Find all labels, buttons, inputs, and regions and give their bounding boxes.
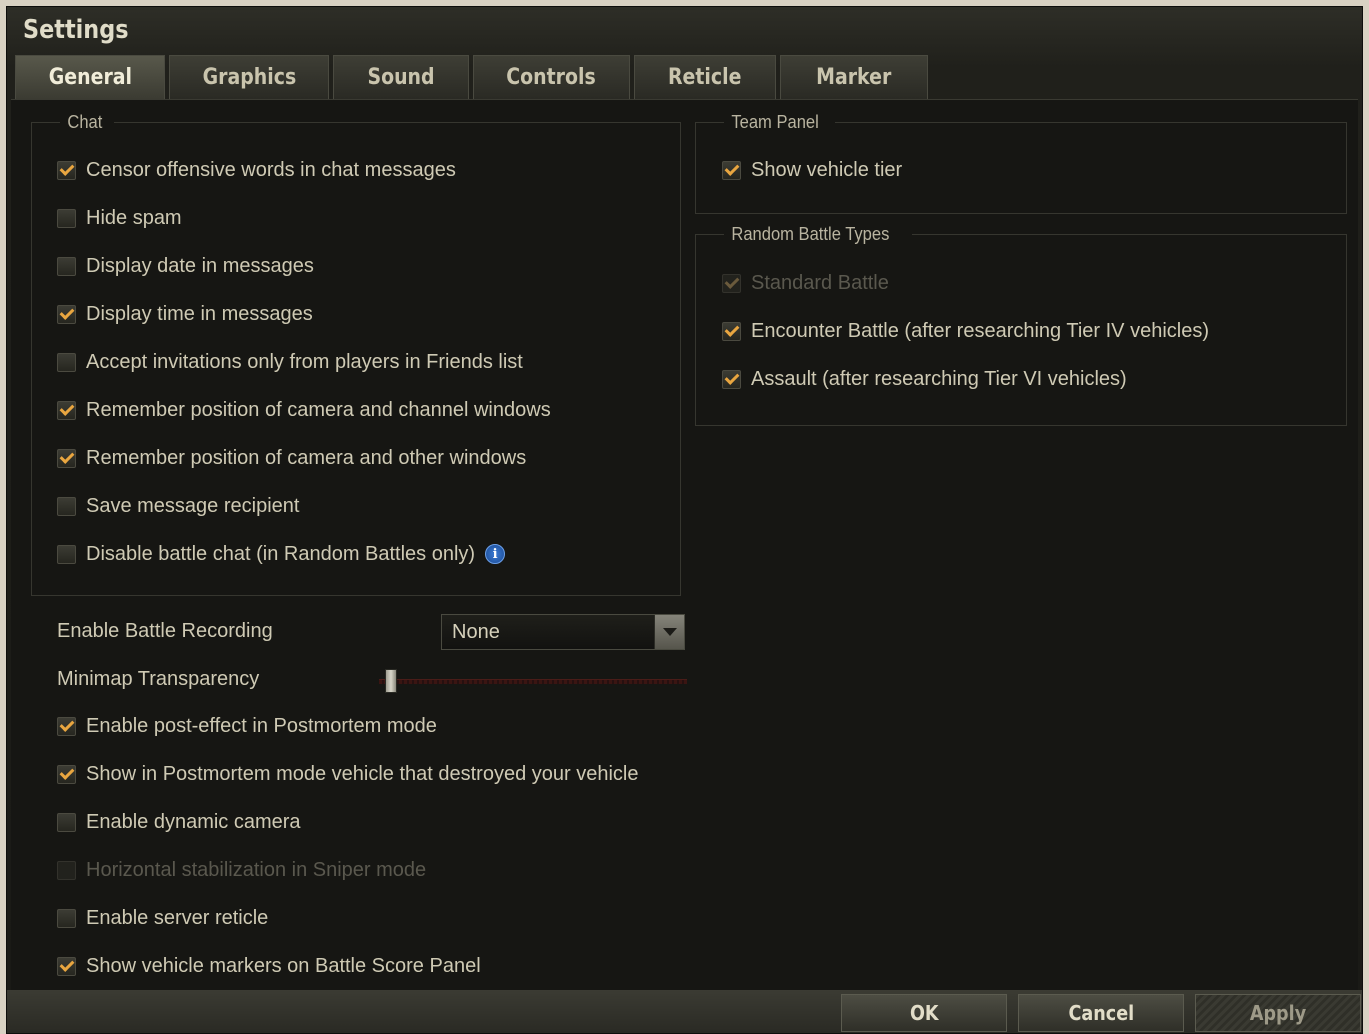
chat-option-display-date[interactable]: Display date in messages [57, 250, 314, 282]
option-label: Assault (after researching Tier VI vehic… [751, 367, 1127, 390]
tab-controls[interactable]: Controls [473, 55, 630, 99]
tab-bar: General Graphics Sound Controls Reticle … [15, 55, 928, 99]
option-label: Horizontal stabilization in Sniper mode [86, 858, 427, 881]
checkbox[interactable] [57, 208, 76, 228]
slider-track [379, 679, 687, 684]
slider-thumb[interactable] [385, 669, 397, 693]
tab-label: Controls [506, 65, 597, 90]
cancel-button[interactable]: Cancel [1018, 994, 1184, 1032]
option-horizontal-stabilization: Horizontal stabilization in Sniper mode [57, 854, 426, 886]
option-label: Hide spam [86, 206, 182, 229]
option-label: Save message recipient [86, 494, 300, 517]
chat-option-hide-spam[interactable]: Hide spam [57, 202, 182, 234]
general-tab-content: Chat Censor offensive words in chat mess… [11, 99, 1358, 993]
checkbox[interactable] [57, 256, 76, 276]
chat-option-censor[interactable]: Censor offensive words in chat messages [57, 154, 456, 186]
apply-button[interactable]: Apply [1195, 994, 1361, 1032]
option-label: Show in Postmortem mode vehicle that des… [86, 762, 639, 785]
settings-window: Settings General Graphics Sound Controls… [6, 6, 1363, 1034]
checkbox[interactable] [57, 812, 76, 832]
ok-button[interactable]: OK [841, 994, 1007, 1032]
minimap-transparency-slider[interactable] [375, 668, 687, 694]
chat-option-remember-channel-windows[interactable]: Remember position of camera and channel … [57, 394, 551, 426]
chat-option-remember-other-windows[interactable]: Remember position of camera and other wi… [57, 442, 526, 474]
option-label: Enable server reticle [86, 906, 269, 929]
chat-option-friends-invitations[interactable]: Accept invitations only from players in … [57, 346, 523, 378]
option-label: Remember position of camera and channel … [86, 398, 551, 421]
chat-option-disable-battle-chat[interactable]: Disable battle chat (in Random Battles o… [57, 538, 506, 570]
option-assault[interactable]: Assault (after researching Tier VI vehic… [722, 363, 1127, 395]
option-dynamic-camera[interactable]: Enable dynamic camera [57, 806, 301, 838]
tab-reticle[interactable]: Reticle [634, 55, 776, 99]
tab-label: Reticle [668, 65, 742, 90]
tab-label: Marker [816, 65, 892, 90]
option-label: Display time in messages [86, 302, 313, 325]
checkbox[interactable] [57, 352, 76, 372]
battle-recording-dropdown[interactable]: None [441, 614, 685, 650]
team-panel-legend: Team Panel [731, 112, 819, 132]
option-postmortem-destroyer[interactable]: Show in Postmortem mode vehicle that des… [57, 758, 639, 790]
checkbox[interactable] [57, 400, 76, 420]
option-label: Standard Battle [751, 271, 889, 294]
option-label: Accept invitations only from players in … [86, 350, 523, 373]
option-vehicle-markers[interactable]: Show vehicle markers on Battle Score Pan… [57, 950, 481, 982]
checkbox[interactable] [57, 544, 76, 564]
info-icon[interactable]: i [485, 544, 506, 564]
option-label: Remember position of camera and other wi… [86, 446, 527, 469]
chat-group-legend: Chat [67, 112, 103, 132]
checkbox[interactable] [57, 764, 76, 784]
checkbox[interactable] [57, 908, 76, 928]
option-label: Display date in messages [86, 254, 314, 277]
checkbox[interactable] [722, 321, 741, 341]
checkbox[interactable] [722, 160, 741, 180]
checkbox[interactable] [57, 716, 76, 736]
random-battle-types-legend: Random Battle Types [731, 224, 890, 244]
cancel-button-label: Cancel [1068, 1001, 1134, 1025]
checkbox[interactable] [57, 956, 76, 976]
option-show-vehicle-tier[interactable]: Show vehicle tier [722, 154, 902, 186]
tab-label: Graphics [202, 65, 296, 90]
option-label: Show vehicle markers on Battle Score Pan… [86, 954, 481, 977]
chat-option-save-recipient[interactable]: Save message recipient [57, 490, 299, 522]
checkbox[interactable] [57, 448, 76, 468]
tab-graphics[interactable]: Graphics [169, 55, 329, 99]
option-label: Enable dynamic camera [86, 810, 301, 833]
checkbox [722, 273, 741, 293]
tab-marker[interactable]: Marker [780, 55, 928, 99]
apply-button-label: Apply [1249, 1001, 1307, 1025]
dialog-footer: OK Cancel Apply [7, 990, 1362, 1033]
battle-recording-label: Enable Battle Recording [57, 620, 273, 642]
checkbox[interactable] [57, 304, 76, 324]
minimap-transparency-label: Minimap Transparency [57, 668, 260, 690]
tab-label: General [48, 65, 132, 90]
option-postmortem-effect[interactable]: Enable post-effect in Postmortem mode [57, 710, 437, 742]
option-encounter-battle[interactable]: Encounter Battle (after researching Tier… [722, 315, 1209, 347]
ok-button-label: OK [909, 1001, 939, 1025]
tab-label: Sound [367, 65, 435, 90]
checkbox [57, 860, 76, 880]
option-server-reticle[interactable]: Enable server reticle [57, 902, 268, 934]
tab-general[interactable]: General [15, 55, 165, 99]
checkbox[interactable] [57, 160, 76, 180]
option-label: Enable post-effect in Postmortem mode [86, 714, 437, 737]
option-label: Censor offensive words in chat messages [86, 158, 456, 181]
option-label: Disable battle chat (in Random Battles o… [86, 542, 476, 565]
option-label: Encounter Battle (after researching Tier… [751, 319, 1209, 342]
tab-sound[interactable]: Sound [333, 55, 469, 99]
chat-option-display-time[interactable]: Display time in messages [57, 298, 313, 330]
option-standard-battle: Standard Battle [722, 267, 889, 299]
checkbox[interactable] [57, 496, 76, 516]
chevron-down-icon[interactable] [654, 615, 684, 649]
dropdown-value: None [452, 620, 500, 643]
option-label: Show vehicle tier [751, 158, 903, 181]
checkbox[interactable] [722, 369, 741, 389]
window-title: Settings [23, 15, 129, 45]
